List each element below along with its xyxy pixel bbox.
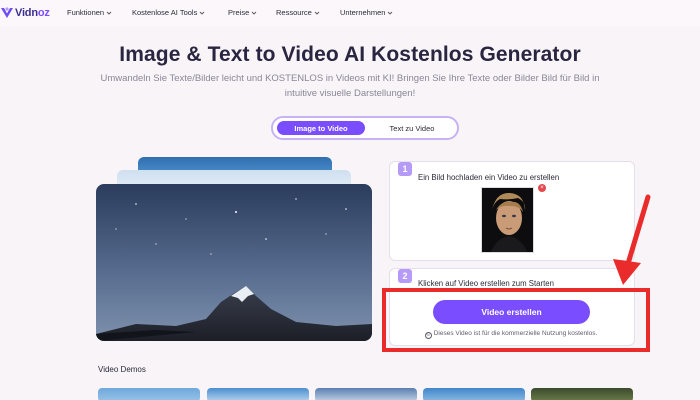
chevron-down-icon (200, 11, 205, 15)
info-icon: © (424, 332, 432, 339)
video-demos-heading: Video Demos (98, 365, 146, 374)
demo-thumbnail[interactable] (207, 388, 309, 400)
nav-item-unternehmen[interactable]: Unternehmen (340, 8, 393, 17)
mode-toggle: Image to Video Text zu Video (271, 116, 459, 140)
nav-label: Funktionen (67, 8, 105, 17)
logo[interactable]: Vidnoz (0, 4, 50, 22)
step-card-upload: 1 Ein Bild hochladen ein Video zu erstel… (389, 161, 635, 261)
step-number-badge: 1 (398, 162, 412, 176)
vidnoz-logo-icon (1, 7, 13, 18)
commercial-use-note: © Dieses Video ist für die kommerzielle N… (388, 330, 634, 339)
commercial-use-text: Dieses Video ist für die kommerzielle Nu… (433, 330, 598, 337)
tab-text-to-video[interactable]: Text zu Video (371, 121, 453, 135)
nav-label: Kostenlose AI Tools (132, 8, 198, 17)
step-number-badge: 2 (398, 269, 412, 283)
chevron-down-icon (106, 11, 112, 15)
nav-item-funktionen[interactable]: Funktionen (67, 8, 112, 17)
create-video-button[interactable]: Video erstellen (433, 300, 590, 324)
demo-thumbnail[interactable] (98, 388, 200, 400)
demo-thumbnail[interactable] (315, 388, 417, 400)
chevron-down-icon (314, 11, 320, 15)
page-title: Image & Text to Video AI Kostenlos Gener… (119, 43, 581, 66)
sample-mountain-image (96, 184, 372, 341)
page-subtitle: Umwandeln Sie Texte/Bilder leicht und KO… (100, 73, 600, 99)
nav-item-ressource[interactable]: Ressource (276, 8, 320, 17)
demo-thumbnail[interactable] (423, 388, 525, 400)
chevron-down-icon (388, 11, 393, 15)
remove-icon[interactable]: × (538, 184, 546, 192)
red-arrow-icon (613, 194, 651, 285)
step-text: Klicken auf Video erstellen zum Starten (418, 279, 554, 288)
logo-text: Vidnoz (15, 7, 50, 19)
demo-thumbnail[interactable] (531, 388, 633, 400)
nav-label: Unternehmen (340, 8, 386, 17)
nav-item-kostenlose-ai-tools[interactable]: Kostenlose AI Tools (132, 8, 205, 17)
step-text: Ein Bild hochladen ein Video zu erstelle… (418, 173, 560, 182)
nav-item-preise[interactable]: Preise (228, 8, 257, 17)
top-nav: Vidnoz Funktionen Kostenlose AI Tools Pr… (0, 0, 700, 26)
nav-label: Preise (228, 8, 250, 17)
chevron-down-icon (251, 11, 257, 15)
tab-image-to-video[interactable]: Image to Video (277, 121, 365, 135)
mountain-night-illustration (96, 184, 372, 341)
uploaded-portrait-image[interactable] (481, 187, 534, 253)
portrait-illustration (482, 188, 533, 252)
nav-label: Ressource (276, 8, 312, 17)
